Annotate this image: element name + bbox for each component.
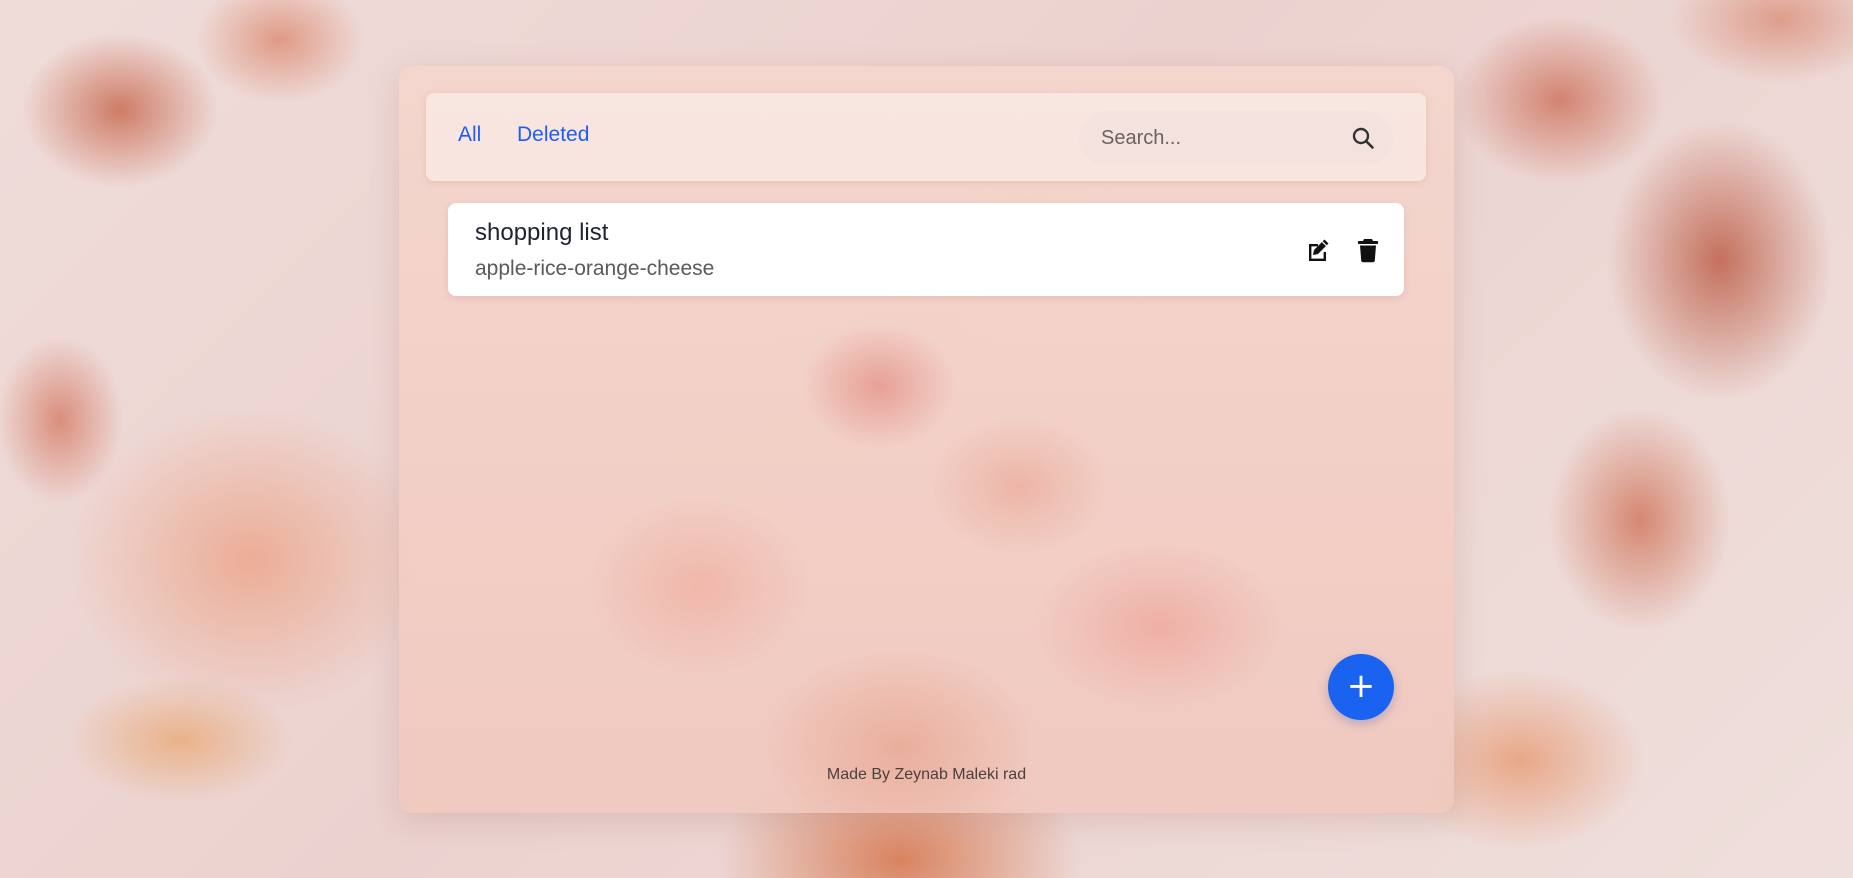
edit-icon[interactable] bbox=[1305, 237, 1331, 263]
search-icon[interactable] bbox=[1351, 126, 1375, 150]
notes-app-panel: All Deleted shopping list apple-rice-ora… bbox=[399, 66, 1454, 813]
tab-deleted[interactable]: Deleted bbox=[517, 123, 589, 147]
note-title: shopping list bbox=[475, 219, 609, 246]
note-card[interactable]: shopping list apple-rice-orange-cheese bbox=[448, 203, 1404, 296]
search-box bbox=[1079, 111, 1393, 165]
tab-all[interactable]: All bbox=[458, 123, 481, 147]
note-body: apple-rice-orange-cheese bbox=[475, 257, 715, 280]
trash-icon[interactable] bbox=[1355, 237, 1381, 263]
add-note-button[interactable]: + bbox=[1328, 654, 1394, 720]
footer-credit: Made By Zeynab Maleki rad bbox=[826, 766, 1027, 783]
search-input[interactable] bbox=[1101, 121, 1341, 155]
header-bar: All Deleted bbox=[426, 93, 1426, 181]
